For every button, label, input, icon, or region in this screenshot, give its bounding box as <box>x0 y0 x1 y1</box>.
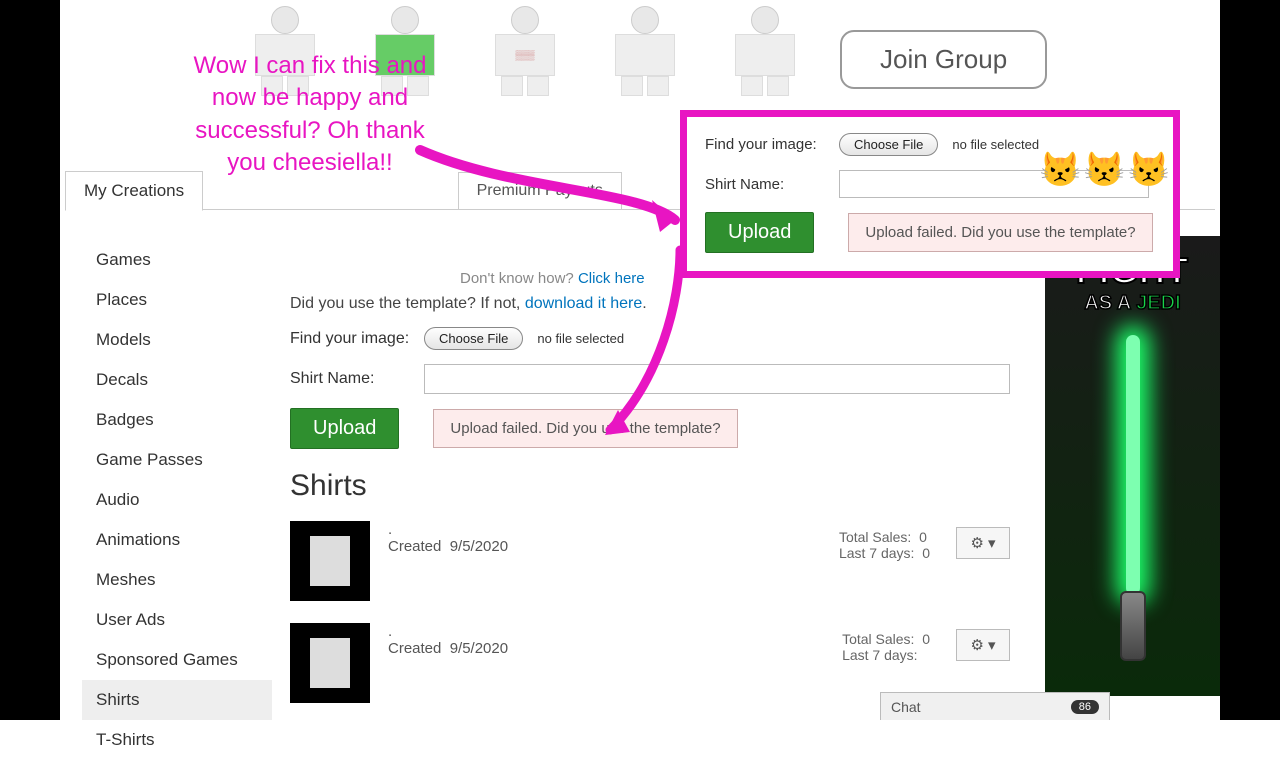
shirt-name-row: Shirt Name: <box>290 364 1010 394</box>
choose-file-button[interactable]: Choose File <box>424 327 523 350</box>
annotation-highlight-panel: Find your image: Choose File no file sel… <box>680 110 1180 278</box>
overlay-find-image-label: Find your image: <box>705 136 825 153</box>
shirt-stats: Total Sales: 0Last 7 days: <box>842 631 930 663</box>
shirt-created: Created 9/5/2020 <box>388 640 508 657</box>
template-prefix: Did you use the template? If not, <box>290 295 525 312</box>
sidebar-item-sponsored-games[interactable]: Sponsored Games <box>82 640 272 680</box>
shirt-name[interactable]: . <box>388 623 508 640</box>
file-status: no file selected <box>537 331 624 346</box>
main-content: Don't know how? Click here Did you use t… <box>290 270 1010 725</box>
shirt-created: Created 9/5/2020 <box>388 538 508 555</box>
sidebar-item-places[interactable]: Places <box>82 280 272 320</box>
template-download-link[interactable]: download it here <box>525 295 642 312</box>
join-group-button[interactable]: Join Group <box>840 30 1047 89</box>
shirt-stats: Total Sales: 0Last 7 days: 0 <box>839 529 930 561</box>
chevron-down-icon: ▾ <box>988 636 996 654</box>
avatar-thumb[interactable] <box>600 0 690 100</box>
letterbox-left <box>0 0 60 720</box>
shirt-row: .Created 9/5/2020 Total Sales: 0Last 7 da… <box>290 521 1010 601</box>
help-link[interactable]: Click here <box>578 270 645 287</box>
shirt-name[interactable]: . <box>388 521 508 538</box>
sidebar-item-decals[interactable]: Decals <box>82 360 272 400</box>
help-prefix: Don't know how? <box>460 270 578 287</box>
shirt-row: .Created 9/5/2020 Total Sales: 0Last 7 da… <box>290 623 1010 703</box>
tab-premium-payouts[interactable]: Premium Payouts <box>458 172 622 210</box>
shirt-name-label: Shirt Name: <box>290 370 410 388</box>
avatar-thumb[interactable]: ▒▒▒ <box>480 0 570 100</box>
lightsaber-hilt-icon <box>1120 591 1146 661</box>
overlay-file-status: no file selected <box>952 137 1039 152</box>
shirt-thumbnail[interactable] <box>290 521 370 601</box>
creations-sidebar: GamesPlacesModelsDecalsBadgesGame Passes… <box>82 240 272 760</box>
chat-badge: 86 <box>1071 700 1099 714</box>
gear-icon: ⚙ <box>971 534 984 552</box>
shirt-settings-dropdown[interactable]: ⚙▾ <box>956 527 1010 559</box>
annotation-caption: Wow I can fix this and now be happy and … <box>175 50 445 180</box>
upload-error: Upload failed. Did you use the template? <box>433 409 737 448</box>
shirt-meta: .Created 9/5/2020 <box>388 623 508 657</box>
shirt-name-input[interactable] <box>424 364 1010 394</box>
ad-subhead: AS A JEDI <box>1084 292 1180 315</box>
sidebar-item-audio[interactable]: Audio <box>82 480 272 520</box>
sidebar-item-badges[interactable]: Badges <box>82 400 272 440</box>
sidebar-item-game-passes[interactable]: Game Passes <box>82 440 272 480</box>
sidebar-item-meshes[interactable]: Meshes <box>82 560 272 600</box>
find-image-row: Find your image: Choose File no file sel… <box>290 327 1010 350</box>
template-help: Did you use the template? If not, downlo… <box>290 295 1010 313</box>
lightsaber-icon <box>1126 335 1140 595</box>
shirt-thumbnail[interactable] <box>290 623 370 703</box>
shirt-meta: .Created 9/5/2020 <box>388 521 508 555</box>
avatar-thumb[interactable] <box>720 0 810 100</box>
letterbox-right <box>1220 0 1280 720</box>
gear-icon: ⚙ <box>971 636 984 654</box>
sidebar-item-user-ads[interactable]: User Ads <box>82 600 272 640</box>
find-image-label: Find your image: <box>290 330 410 348</box>
section-heading-shirts: Shirts <box>290 469 1010 503</box>
sidebar-item-t-shirts[interactable]: T-Shirts <box>82 720 272 760</box>
sidebar-ad[interactable]: FIGHT AS A JEDI <box>1045 236 1220 696</box>
overlay-shirt-name-label: Shirt Name: <box>705 176 825 193</box>
shirt-settings-dropdown[interactable]: ⚙▾ <box>956 629 1010 661</box>
overlay-upload-button[interactable]: Upload <box>705 212 814 253</box>
sidebar-item-games[interactable]: Games <box>82 240 272 280</box>
overlay-choose-file-button[interactable]: Choose File <box>839 133 938 156</box>
sidebar-item-shirts[interactable]: Shirts <box>82 680 272 720</box>
annotation-emojis: 😾😾😾 <box>1039 150 1172 190</box>
upload-button[interactable]: Upload <box>290 408 399 449</box>
sidebar-item-animations[interactable]: Animations <box>82 520 272 560</box>
chat-label: Chat <box>891 699 921 715</box>
chevron-down-icon: ▾ <box>988 534 996 552</box>
upload-row: Upload Upload failed. Did you use the te… <box>290 408 1010 449</box>
chat-bar[interactable]: Chat 86 <box>880 692 1110 720</box>
overlay-upload-error: Upload failed. Did you use the template? <box>848 213 1152 252</box>
sidebar-item-models[interactable]: Models <box>82 320 272 360</box>
